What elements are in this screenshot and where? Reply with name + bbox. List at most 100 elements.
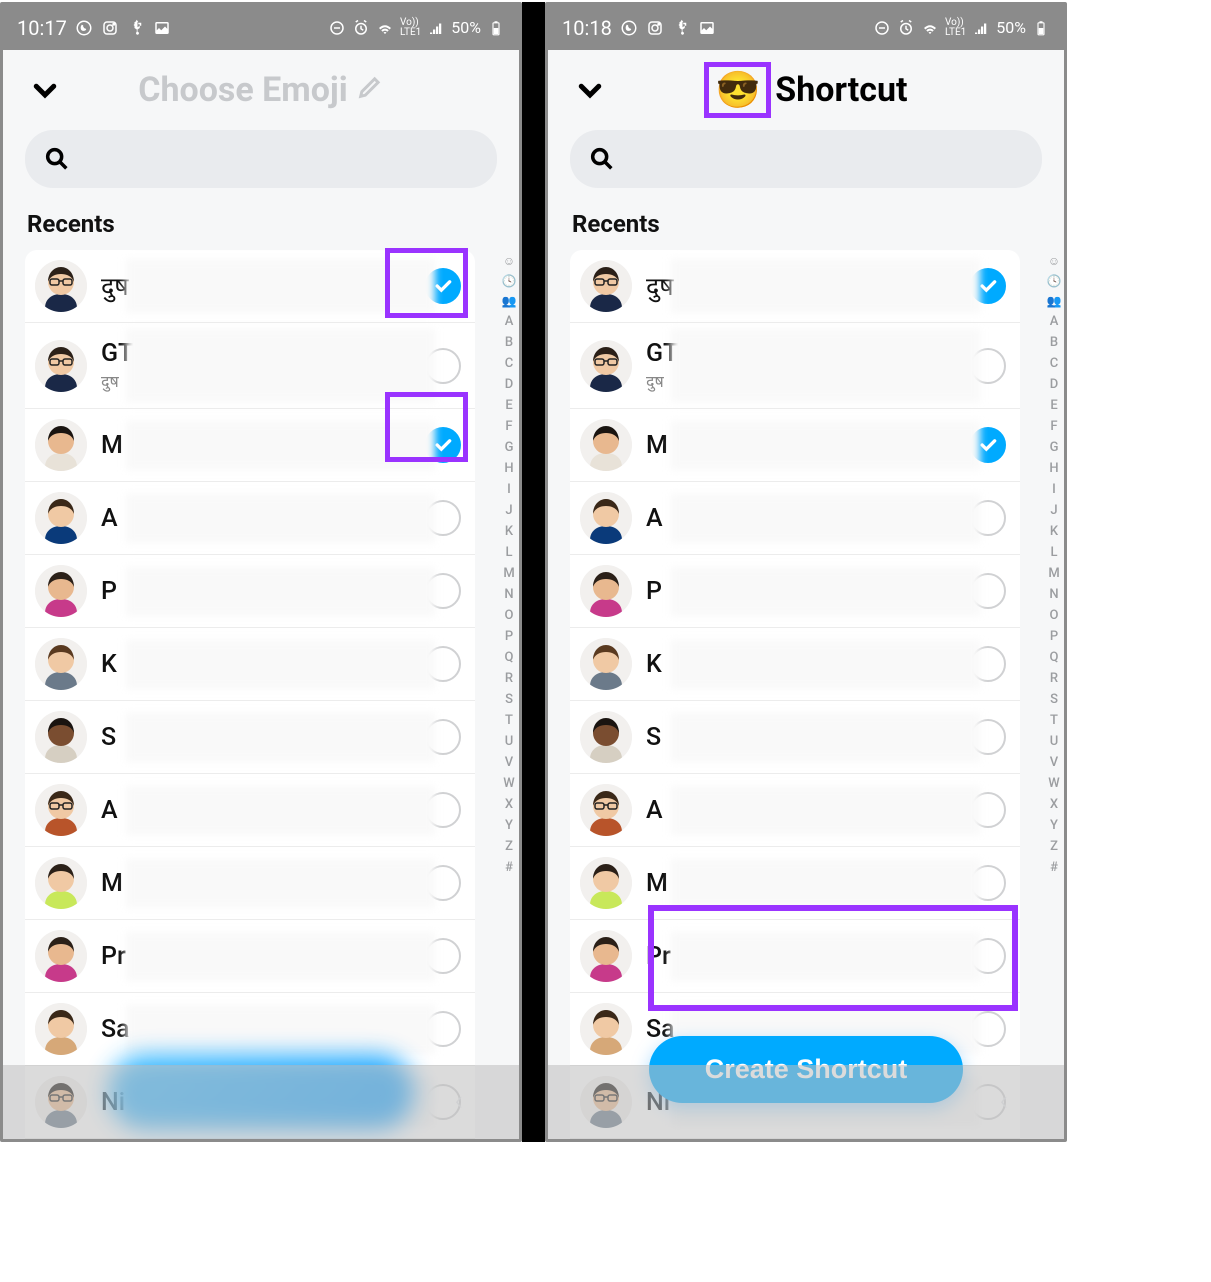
index-letter[interactable]: V <box>1050 755 1058 770</box>
close-chevron-icon[interactable] <box>25 70 65 110</box>
recent-index-icon[interactable]: 🕓 <box>502 274 517 288</box>
index-letter[interactable]: L <box>1050 545 1057 560</box>
index-letter[interactable]: # <box>505 860 513 875</box>
index-letter[interactable]: J <box>1050 503 1057 518</box>
index-letter[interactable]: S <box>505 692 513 707</box>
header-title[interactable]: 😎 Shortcut <box>622 62 990 118</box>
search-input[interactable] <box>570 130 1042 188</box>
avatar <box>35 711 87 763</box>
redacted-overlay <box>126 329 435 402</box>
index-letter[interactable]: Q <box>505 650 514 665</box>
avatar <box>580 419 632 471</box>
contact-row[interactable]: P <box>570 555 1020 628</box>
index-letter[interactable]: H <box>1049 461 1058 476</box>
index-letter[interactable]: G <box>505 440 514 455</box>
index-letter[interactable]: F <box>1050 419 1057 434</box>
index-letter[interactable]: C <box>505 356 514 371</box>
contact-row[interactable]: A <box>570 774 1020 847</box>
contact-row[interactable]: GT दुष <box>25 323 475 409</box>
index-letter[interactable]: O <box>505 608 514 623</box>
contact-row[interactable]: Pr <box>570 920 1020 993</box>
status-bar: 10:17 <box>3 5 519 50</box>
index-letter[interactable]: L <box>505 545 512 560</box>
contact-row[interactable]: P <box>25 555 475 628</box>
emoji-index-icon[interactable]: ☺ <box>1048 254 1060 268</box>
index-letter[interactable]: N <box>504 587 513 602</box>
index-letter[interactable]: Z <box>1050 839 1058 854</box>
index-letter[interactable]: U <box>505 734 514 749</box>
index-letter[interactable]: P <box>1050 629 1058 644</box>
contact-row[interactable]: M <box>570 847 1020 920</box>
contact-row[interactable]: M <box>570 409 1020 482</box>
index-letter[interactable]: M <box>1048 566 1059 581</box>
contact-row[interactable]: S <box>570 701 1020 774</box>
contact-row[interactable]: A <box>25 482 475 555</box>
index-letter[interactable]: O <box>1050 608 1059 623</box>
recent-index-icon[interactable]: 🕓 <box>1047 274 1062 288</box>
index-letter[interactable]: E <box>1050 398 1057 413</box>
index-letter[interactable]: K <box>505 524 513 539</box>
index-letter[interactable]: B <box>1050 335 1058 350</box>
index-letter[interactable]: X <box>505 797 513 812</box>
index-letter[interactable]: P <box>505 629 513 644</box>
index-letter[interactable]: I <box>507 482 511 497</box>
index-letter[interactable]: Q <box>1050 650 1059 665</box>
index-letter[interactable]: N <box>1049 587 1058 602</box>
battery-icon <box>487 19 505 37</box>
contact-row[interactable]: Pr <box>25 920 475 993</box>
index-letter[interactable]: T <box>505 713 513 728</box>
contact-row[interactable]: दुष <box>25 250 475 323</box>
shortcut-emoji: 😎 <box>715 69 760 111</box>
search-input[interactable] <box>25 130 497 188</box>
index-letter[interactable]: E <box>505 398 512 413</box>
index-letter[interactable]: R <box>505 671 513 686</box>
index-letter[interactable]: D <box>505 377 514 392</box>
index-letter[interactable]: V <box>505 755 513 770</box>
index-letter[interactable]: W <box>1048 776 1059 791</box>
close-chevron-icon[interactable] <box>570 70 610 110</box>
index-letter[interactable]: R <box>1050 671 1058 686</box>
index-letter[interactable]: Z <box>505 839 513 854</box>
index-letter[interactable]: B <box>505 335 513 350</box>
index-letter[interactable]: J <box>505 503 512 518</box>
contact-row[interactable]: दुष <box>570 250 1020 323</box>
redacted-overlay <box>126 859 435 908</box>
group-index-icon[interactable]: 👥 <box>502 294 517 308</box>
contact-row[interactable]: K <box>570 628 1020 701</box>
index-letter[interactable]: C <box>1050 356 1059 371</box>
index-letter[interactable]: D <box>1050 377 1059 392</box>
phone-left: 10:17 <box>0 2 522 1142</box>
contact-row[interactable]: K <box>25 628 475 701</box>
index-letter[interactable]: # <box>1050 860 1058 875</box>
index-letter[interactable]: X <box>1050 797 1058 812</box>
header-title[interactable]: Choose Emoji <box>77 70 445 110</box>
redacted-overlay <box>671 421 980 470</box>
contact-row[interactable]: S <box>25 701 475 774</box>
index-letter[interactable]: Y <box>505 818 513 833</box>
index-letter[interactable]: F <box>505 419 512 434</box>
contact-row[interactable]: M <box>25 409 475 482</box>
alpha-index[interactable]: ☺ 🕓 👥 ABCDEFGHIJKLMNOPQRSTUVWXYZ # <box>499 250 519 1139</box>
index-letter[interactable]: K <box>1050 524 1058 539</box>
contact-row[interactable]: GT दुष <box>570 323 1020 409</box>
alpha-index[interactable]: ☺ 🕓 👥 ABCDEFGHIJKLMNOPQRSTUVWXYZ # <box>1044 250 1064 1139</box>
index-letter[interactable]: A <box>1050 314 1059 329</box>
index-letter[interactable]: I <box>1052 482 1056 497</box>
index-letter[interactable]: G <box>1050 440 1059 455</box>
redacted-overlay <box>126 1005 435 1054</box>
emoji-index-icon[interactable]: ☺ <box>503 254 515 268</box>
index-letter[interactable]: M <box>503 566 514 581</box>
index-letter[interactable]: H <box>504 461 513 476</box>
index-letter[interactable]: S <box>1050 692 1058 707</box>
group-index-icon[interactable]: 👥 <box>1047 294 1062 308</box>
index-letter[interactable]: U <box>1050 734 1059 749</box>
contact-list[interactable]: दुष GT दुष <box>25 250 475 1139</box>
contact-row[interactable]: M <box>25 847 475 920</box>
index-letter[interactable]: Y <box>1050 818 1058 833</box>
index-letter[interactable]: T <box>1050 713 1058 728</box>
index-letter[interactable]: W <box>503 776 514 791</box>
contact-row[interactable]: A <box>25 774 475 847</box>
contact-row[interactable]: A <box>570 482 1020 555</box>
index-letter[interactable]: A <box>505 314 514 329</box>
contact-list[interactable]: दुष GT दुष <box>570 250 1020 1139</box>
